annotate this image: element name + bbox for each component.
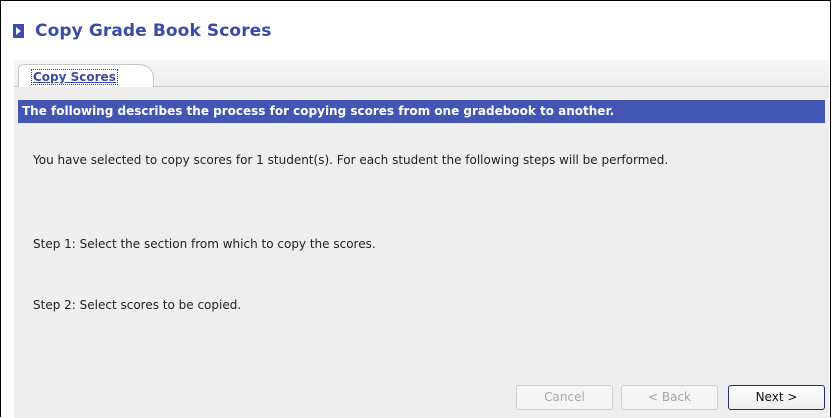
page-title: Copy Grade Book Scores (35, 21, 272, 41)
next-button[interactable]: Next > (728, 385, 825, 410)
step-1-text: Step 1: Select the section from which to… (33, 237, 376, 251)
tab-copy-scores[interactable]: Copy Scores (18, 64, 154, 87)
back-button[interactable]: < Back (621, 385, 718, 410)
cancel-button[interactable]: Cancel (516, 385, 613, 410)
tab-copy-scores-label[interactable]: Copy Scores (31, 69, 118, 85)
process-description-header: The following describes the process for … (18, 100, 825, 123)
tab-strip: Copy Scores (14, 60, 829, 87)
page-title-bar: Copy Grade Book Scores (13, 18, 272, 44)
right-arrow-box-icon (13, 24, 24, 38)
content-panel: The following describes the process for … (14, 87, 829, 418)
step-2-text: Step 2: Select scores to be copied. (33, 298, 242, 312)
intro-text: You have selected to copy scores for 1 s… (33, 153, 669, 167)
